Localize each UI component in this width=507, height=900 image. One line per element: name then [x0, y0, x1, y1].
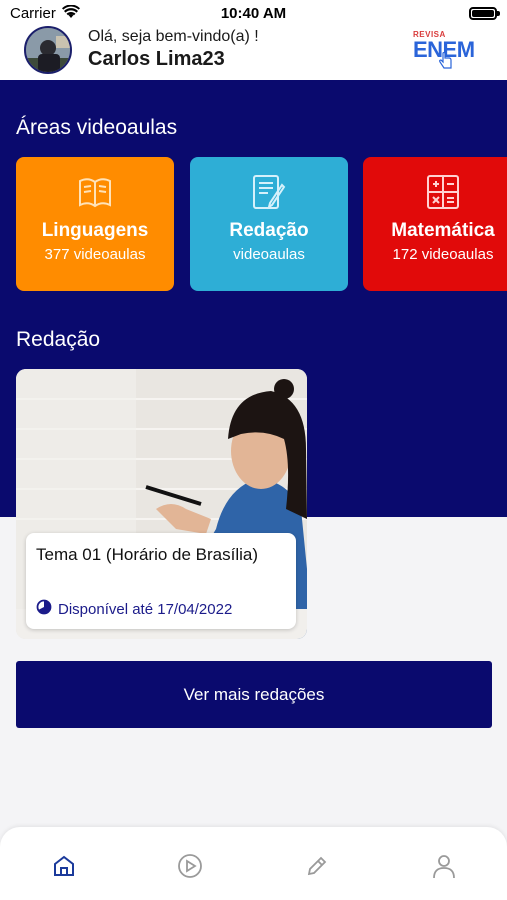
document-edit-icon: [190, 173, 348, 213]
card-title: Redação: [229, 220, 309, 241]
greeting-text: Olá, seja bem-vindo(a) !: [88, 28, 259, 45]
user-icon: [433, 855, 455, 879]
card-count: 377 videoaulas: [44, 246, 146, 263]
card-title: Matemática: [391, 220, 495, 241]
essay-info-box: Tema 01 (Horário de Brasília) Disponível…: [26, 533, 296, 629]
username: Carlos Lima23: [88, 48, 225, 70]
area-card-linguagens[interactable]: Linguagens 377 videoaulas: [16, 157, 174, 291]
play-icon: [178, 854, 202, 878]
tab-profile[interactable]: [429, 851, 459, 881]
avatar[interactable]: [24, 26, 72, 74]
book-icon: [16, 173, 174, 213]
home-icon: [54, 855, 74, 876]
areas-section-title: Áreas videoaulas: [16, 116, 178, 139]
essay-title: Tema 01 (Horário de Brasília): [36, 545, 259, 564]
bottom-tab-bar: [0, 827, 507, 900]
availability-text: Disponível até 17/04/2022: [58, 600, 233, 618]
tab-videos[interactable]: [175, 851, 205, 881]
area-card-redacao[interactable]: Redação videoaulas: [190, 157, 348, 291]
pencil-icon: [307, 856, 327, 876]
app-header: Olá, seja bem-vindo(a) ! Carlos Lima23 R…: [0, 26, 507, 80]
battery-icon: [469, 7, 500, 20]
card-title: Linguagens: [41, 220, 149, 241]
status-bar: Carrier 10:40 AM: [0, 0, 507, 26]
pointer-hand-icon: [439, 51, 453, 75]
revisa-enem-logo: REVISA ENEM: [413, 30, 485, 72]
see-more-essays-button[interactable]: Ver mais redações: [16, 661, 492, 728]
area-card-matematica[interactable]: Matemática 172 videoaulas: [363, 157, 507, 291]
clock-icon: [36, 599, 52, 619]
tab-essays[interactable]: [302, 851, 332, 881]
calculator-icon: [363, 173, 507, 213]
essay-card[interactable]: Tema 01 (Horário de Brasília) Disponível…: [16, 369, 307, 639]
card-count: 172 videoaulas: [392, 246, 494, 263]
redacao-section-title: Redação: [16, 328, 101, 351]
battery-level: [472, 10, 494, 17]
clock: 10:40 AM: [220, 5, 287, 22]
tab-home[interactable]: [49, 851, 79, 881]
essay-availability: Disponível até 17/04/2022: [36, 599, 232, 619]
card-count: videoaulas: [233, 246, 305, 263]
